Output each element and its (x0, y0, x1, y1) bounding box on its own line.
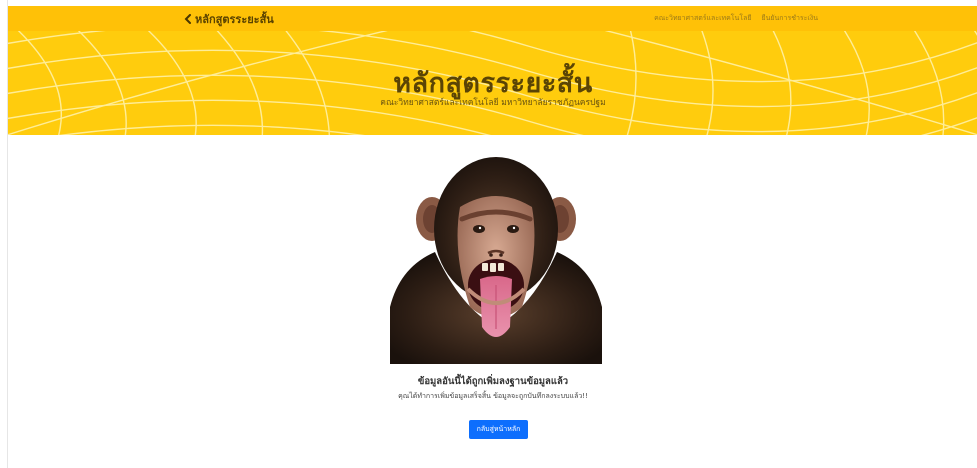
nav-link-faculty[interactable]: คณะวิทยาศาสตร์และเทคโนโลยี (654, 13, 751, 24)
success-title: ข้อมูลอันนี้ได้ถูกเพิ่มลงฐานข้อมูลแล้ว (417, 376, 569, 387)
navbar: หลักสูตรระยะสั้น คณะวิทยาศาสตร์และเทคโนโ… (8, 6, 977, 31)
nav-link-payment-confirm[interactable]: ยืนยันการชำระเงิน (762, 13, 819, 24)
hero-banner: หลักสูตรระยะสั้น คณะวิทยาศาสตร์และเทคโนโ… (8, 31, 977, 135)
brand-label: หลักสูตรระยะสั้น (195, 12, 274, 26)
page-frame: หลักสูตรระยะสั้น คณะวิทยาศาสตร์และเทคโนโ… (7, 0, 977, 468)
back-to-home-button[interactable]: กลับสู่หน้าหลัก (469, 420, 528, 439)
chevron-left-icon (184, 13, 191, 24)
chimpanzee-image (390, 157, 602, 364)
nav-links: คณะวิทยาศาสตร์และเทคโนโลยี ยืนยันการชำระ… (654, 6, 818, 31)
success-subtitle: คุณได้ทำการเพิ่มข้อมูลเสร็จสิ้น ข้อมูลจะ… (398, 392, 588, 400)
hero-subtitle: คณะวิทยาศาสตร์และเทคโนโลยี มหาวิทยาลัยรา… (380, 98, 606, 108)
brand-link[interactable]: หลักสูตรระยะสั้น (184, 6, 274, 31)
